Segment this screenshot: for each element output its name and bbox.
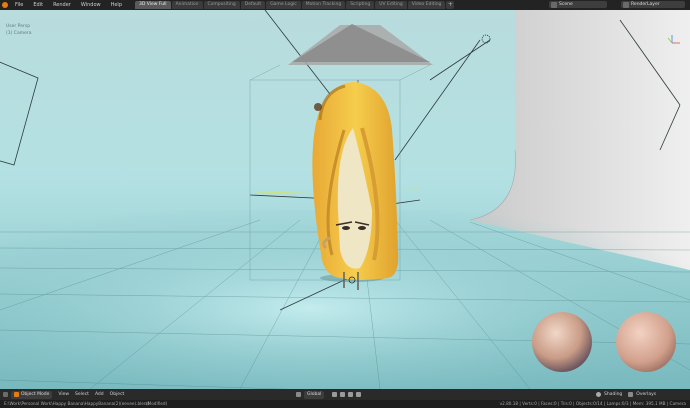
render-layer-name: RenderLayer	[631, 2, 660, 7]
scene-stats: v2.80.18 | Verts:0 | Faces:0 | Tris:0 | …	[499, 401, 686, 406]
menu-window[interactable]: Window	[76, 0, 106, 10]
shading-label[interactable]: Shading	[604, 392, 622, 397]
view-label: User Persp	[6, 24, 31, 29]
falloff-icon[interactable]	[356, 392, 362, 397]
snap-icon[interactable]	[340, 392, 346, 397]
add-workspace-button[interactable]: +	[446, 1, 455, 9]
render-layer-icon	[623, 1, 629, 8]
tab-motion-tracking[interactable]: Motion Tracking	[301, 1, 346, 9]
top-bar: File Edit Render Window Help 3D View Ful…	[0, 0, 690, 10]
transform-orientation-dropdown[interactable]: Global	[304, 390, 325, 399]
overlays-icon[interactable]	[628, 392, 634, 397]
banana-character	[312, 82, 399, 290]
tab-uv-editing[interactable]: UV Editing	[375, 1, 407, 9]
matcap-sphere-left	[532, 312, 592, 372]
menu-file[interactable]: File	[10, 0, 28, 10]
modified-flag: (Modified)	[146, 401, 168, 406]
menu-edit[interactable]: Edit	[28, 0, 48, 10]
menu-view[interactable]: View	[58, 392, 69, 397]
menu-help[interactable]: Help	[106, 0, 127, 10]
blender-logo-icon[interactable]	[0, 0, 10, 10]
editor-type-icon[interactable]	[3, 392, 8, 397]
render-layer-selector[interactable]: RenderLayer	[621, 1, 685, 8]
camera-label: (1) Camera	[6, 31, 32, 36]
overlays-label[interactable]: Overlays	[636, 392, 656, 397]
proportional-edit-icon[interactable]	[348, 392, 354, 397]
mode-dropdown[interactable]: Object Mode	[11, 390, 53, 399]
3d-viewport[interactable]: User Persp (1) Camera	[0, 10, 690, 389]
status-bar: E:\Work\Personal Work\Happy Banana\Happy…	[0, 400, 690, 408]
mode-label: Object Mode	[21, 392, 50, 397]
workspace-tabs: 3D View Full Animation Compositing Defau…	[135, 0, 455, 10]
matcap-sphere-right	[616, 312, 676, 372]
pivot-icon[interactable]	[332, 392, 338, 397]
tab-scripting[interactable]: Scripting	[346, 1, 375, 9]
transform-orientation-icon	[296, 392, 301, 397]
menu-add[interactable]: Add	[95, 392, 104, 397]
tab-game-logic[interactable]: Game Logic	[266, 1, 301, 9]
tab-compositing[interactable]: Compositing	[203, 1, 240, 9]
menu-select[interactable]: Select	[75, 392, 89, 397]
transform-controls: Global	[296, 390, 362, 399]
file-path: E:\Work\Personal Work\Happy Banana\Happy…	[4, 401, 150, 406]
scene-selector[interactable]: Scene	[549, 1, 607, 8]
viewport-scene	[0, 10, 690, 389]
menu-object[interactable]: Object	[110, 392, 125, 397]
shading-sphere-icon[interactable]	[596, 392, 601, 397]
scene-name: Scene	[559, 2, 573, 7]
tab-animation[interactable]: Animation	[171, 1, 203, 9]
shading-controls: Shading Overlays	[596, 392, 656, 397]
tab-default[interactable]: Default	[240, 1, 266, 9]
tab-3d-view-full[interactable]: 3D View Full	[135, 1, 171, 9]
tab-video-editing[interactable]: Video Editing	[407, 1, 446, 9]
main-menu: File Edit Render Window Help	[10, 0, 127, 10]
transform-orientation-label: Global	[307, 392, 322, 397]
scene-icon	[551, 1, 557, 8]
object-mode-icon	[14, 392, 19, 397]
viewport-header: Object Mode View Select Add Object Globa…	[0, 389, 690, 400]
menu-render[interactable]: Render	[48, 0, 76, 10]
